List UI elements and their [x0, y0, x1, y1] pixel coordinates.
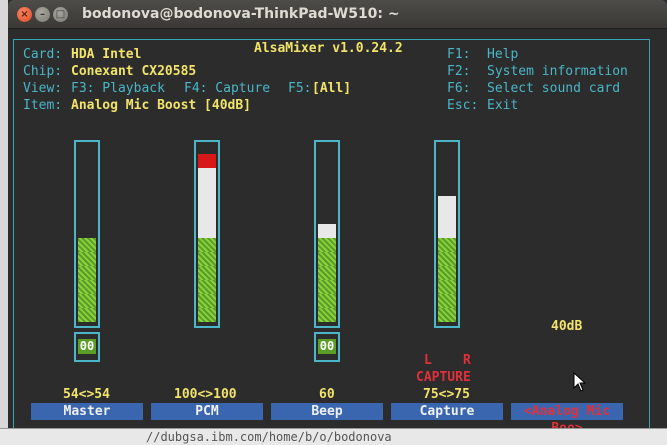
beep-level-segment [318, 252, 336, 266]
terminal-window: × – □ bodonova@bodonova-ThinkPad-W510: ~… [8, 0, 667, 430]
mouse-pointer-icon [573, 372, 587, 392]
window-title: bodonova@bodonova-ThinkPad-W510: ~ [82, 6, 400, 22]
channel-label-master[interactable]: Master [31, 403, 143, 420]
master-level-segment [78, 238, 96, 252]
background-path-text: //dubgsa.ibm.com/home/b/o/bodonova [146, 430, 392, 444]
view-label: View: [23, 81, 63, 96]
view-f5-key[interactable]: F5: [288, 81, 311, 97]
background-window: //dubgsa.ibm.com/home/b/o/bodonova [0, 428, 667, 445]
pcm-level-segment [198, 280, 216, 294]
master-value: 54<>54 [63, 387, 110, 402]
capture-right-marker: R [463, 353, 471, 368]
key-f6-action: Select sound card [487, 81, 621, 96]
capture-label: CAPTURE [416, 370, 471, 385]
pcm-level-segment [198, 238, 216, 252]
channel-label-pcm[interactable]: PCM [151, 403, 263, 420]
capture-level-segment [438, 294, 456, 308]
app-title: AlsaMixer v1.0.24.2 [246, 41, 411, 56]
capture-level-segment [438, 224, 456, 238]
channel-label-analog-mic-boost[interactable]: <Analog Mic Boo> [511, 403, 623, 430]
terminal[interactable]: AlsaMixer v1.0.24.2 Card: HDA Intel Chip… [8, 29, 667, 430]
view-all-selected[interactable]: [All] [312, 81, 351, 97]
pcm-level-segment [198, 196, 216, 210]
capture-level-segment [438, 266, 456, 280]
key-f6: F6: [447, 81, 471, 96]
master-level-segment [78, 252, 96, 266]
maximize-icon[interactable]: □ [53, 7, 68, 22]
master-level-segment [78, 308, 96, 322]
item-value: Analog Mic Boost [40dB] [71, 98, 252, 113]
pcm-level-segment [198, 168, 216, 182]
beep-level-segment [318, 266, 336, 280]
titlebar: × – □ bodonova@bodonova-ThinkPad-W510: ~ [8, 0, 667, 29]
master-level-segment [78, 294, 96, 308]
pcm-level-segment [198, 308, 216, 322]
card-label: Card: [23, 47, 63, 62]
capture-value: 75<>75 [423, 387, 470, 402]
pcm-level-meter[interactable] [194, 140, 220, 328]
master-level-meter[interactable] [74, 140, 100, 328]
key-f2: F2: [447, 64, 471, 79]
minimize-icon[interactable]: – [35, 7, 50, 22]
pcm-level-segment [198, 294, 216, 308]
master-mute-box[interactable]: 00 [74, 332, 100, 362]
master-level-segment [78, 266, 96, 280]
chip-label: Chip: [23, 64, 63, 79]
beep-level-segment [318, 238, 336, 252]
beep-level-segment [318, 280, 336, 294]
capture-level-meter[interactable] [434, 140, 460, 328]
chip-value: Conexant CX20585 [71, 64, 197, 79]
pcm-level-segment [198, 266, 216, 280]
capture-level-segment [438, 238, 456, 252]
key-f1-action: Help [487, 47, 519, 62]
beep-value: 60 [319, 387, 335, 402]
capture-level-segment [438, 196, 456, 210]
card-value: HDA Intel [71, 47, 142, 62]
key-f2-action: System information [487, 64, 628, 79]
master-mute-state: 00 [78, 339, 96, 354]
beep-level-segment [318, 224, 336, 238]
beep-mute-state: 00 [318, 339, 336, 354]
key-esc: Esc: [447, 98, 479, 113]
beep-level-segment [318, 308, 336, 322]
pcm-level-segment [198, 154, 216, 168]
master-level-segment [78, 280, 96, 294]
channel-label-beep[interactable]: Beep [271, 403, 383, 420]
key-f1: F1: [447, 47, 471, 62]
beep-level-meter[interactable] [314, 140, 340, 328]
item-label: Item: [23, 98, 63, 113]
pcm-level-segment [198, 182, 216, 196]
capture-level-segment [438, 308, 456, 322]
capture-level-segment [438, 280, 456, 294]
beep-mute-box[interactable]: 00 [314, 332, 340, 362]
pcm-level-segment [198, 252, 216, 266]
pcm-level-segment [198, 224, 216, 238]
capture-left-marker: L [424, 353, 432, 368]
mic-boost-value: 40dB [551, 319, 583, 334]
desktop-edge [0, 0, 8, 445]
pcm-value: 100<>100 [174, 387, 237, 402]
capture-level-segment [438, 252, 456, 266]
beep-level-segment [318, 294, 336, 308]
pcm-level-segment [198, 210, 216, 224]
key-esc-action: Exit [487, 98, 519, 113]
close-icon[interactable]: × [17, 7, 32, 22]
view-f3-playback[interactable]: F3: Playback [71, 81, 165, 97]
channel-label-capture[interactable]: Capture [391, 403, 503, 420]
view-f4-capture[interactable]: F4: Capture [184, 81, 270, 97]
capture-level-segment [438, 210, 456, 224]
